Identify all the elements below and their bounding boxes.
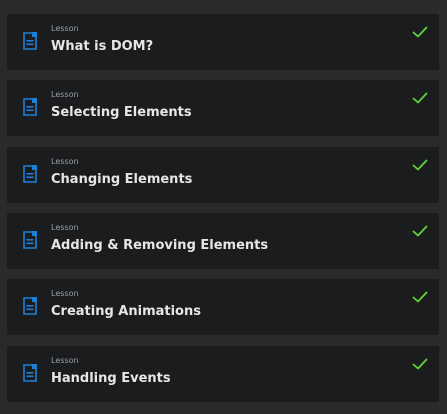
checkmark-icon xyxy=(412,291,428,303)
checkmark-icon xyxy=(412,225,428,237)
lesson-kind-label: Lesson xyxy=(51,223,79,232)
document-icon xyxy=(23,165,37,183)
checkmark-icon xyxy=(412,92,428,104)
checkmark-icon xyxy=(412,26,428,38)
lesson-kind-label: Lesson xyxy=(51,90,79,99)
lesson-title: Adding & Removing Elements xyxy=(51,238,269,253)
document-icon xyxy=(23,32,37,50)
document-icon xyxy=(23,231,37,249)
document-icon xyxy=(23,98,37,116)
lesson-title: What is DOM? xyxy=(51,39,154,54)
checkmark-icon xyxy=(412,159,428,171)
lesson-title: Creating Animations xyxy=(51,304,201,319)
lesson-kind-label: Lesson xyxy=(51,24,79,33)
lesson-title: Changing Elements xyxy=(51,172,193,187)
document-icon xyxy=(23,297,37,315)
lesson-item-changing-elements[interactable]: Lesson Changing Elements xyxy=(7,147,439,203)
lesson-item-handling-events[interactable]: Lesson Handling Events xyxy=(7,346,439,402)
lesson-item-adding-removing-elements[interactable]: Lesson Adding & Removing Elements xyxy=(7,213,439,269)
lesson-title: Handling Events xyxy=(51,371,171,386)
lesson-kind-label: Lesson xyxy=(51,356,79,365)
lesson-list: Lesson What is DOM? Lesson Selecting Ele… xyxy=(0,0,447,414)
lesson-item-what-is-dom[interactable]: Lesson What is DOM? xyxy=(7,14,439,70)
lesson-title: Selecting Elements xyxy=(51,105,192,120)
lesson-kind-label: Lesson xyxy=(51,157,79,166)
document-icon xyxy=(23,364,37,382)
lesson-item-selecting-elements[interactable]: Lesson Selecting Elements xyxy=(7,80,439,136)
checkmark-icon xyxy=(412,358,428,370)
lesson-kind-label: Lesson xyxy=(51,289,79,298)
lesson-item-creating-animations[interactable]: Lesson Creating Animations xyxy=(7,279,439,335)
